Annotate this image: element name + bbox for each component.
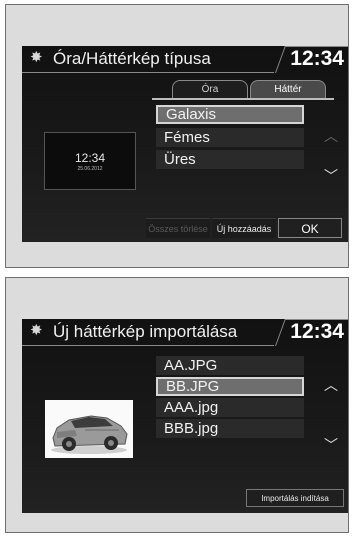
title-divider — [22, 345, 274, 346]
clock: 12:34 — [290, 47, 344, 70]
tab-underline — [152, 98, 334, 100]
title-bar: ✸ Új háttérkép importálása 12:34 — [22, 319, 348, 347]
car-image — [45, 400, 133, 458]
wallpaper-type-screen: ✸ Óra/Háttérkép típusa 12:34 Óra Háttér … — [22, 46, 348, 242]
import-wallpaper-screen: ✸ Új háttérkép importálása 12:34 AA.JPG … — [22, 319, 348, 513]
gear-icon: ✸ — [30, 49, 43, 66]
page-title: Óra/Háttérkép típusa — [53, 49, 211, 68]
preview-time: 12:34 — [74, 151, 106, 165]
gear-icon: ✸ — [30, 322, 43, 339]
title-bar: ✸ Óra/Háttérkép típusa 12:34 — [22, 46, 348, 74]
clock-preview: 12:34 25.06.2012 — [44, 132, 136, 190]
chevron-up-icon[interactable]: ︿ — [324, 126, 338, 146]
tab-clock[interactable]: Óra — [172, 80, 248, 98]
tab-background[interactable]: Háttér — [250, 80, 326, 98]
preview-date: 25.06.2012 — [77, 166, 103, 172]
start-import-button[interactable]: Importálás indítása — [246, 489, 344, 507]
file-item-bb[interactable]: BB.JPG — [156, 377, 304, 396]
clock: 12:34 — [290, 320, 344, 343]
import-wallpaper-panel: ✸ Új háttérkép importálása 12:34 AA.JPG … — [5, 277, 349, 533]
delete-all-button[interactable]: Összes törlése — [146, 218, 210, 238]
ok-button[interactable]: OK — [278, 218, 342, 238]
chevron-down-icon[interactable]: ﹀ — [324, 166, 338, 186]
file-item-aa[interactable]: AA.JPG — [156, 356, 304, 375]
list-item-galaxis[interactable]: Galaxis — [156, 105, 304, 124]
wallpaper-type-panel: ✸ Óra/Háttérkép típusa 12:34 Óra Háttér … — [5, 4, 349, 268]
page-title: Új háttérkép importálása — [53, 322, 238, 341]
add-new-button[interactable]: Új hozzáadás — [212, 218, 276, 238]
list-item-femes[interactable]: Fémes — [156, 128, 304, 147]
chevron-down-icon[interactable]: ﹀ — [324, 435, 338, 455]
title-divider — [22, 72, 274, 73]
chevron-up-icon[interactable]: ︿ — [324, 375, 338, 395]
list-item-ures[interactable]: Üres — [156, 150, 304, 169]
file-item-bbb[interactable]: BBB.jpg — [156, 419, 304, 438]
file-item-aaa[interactable]: AAA.jpg — [156, 398, 304, 417]
